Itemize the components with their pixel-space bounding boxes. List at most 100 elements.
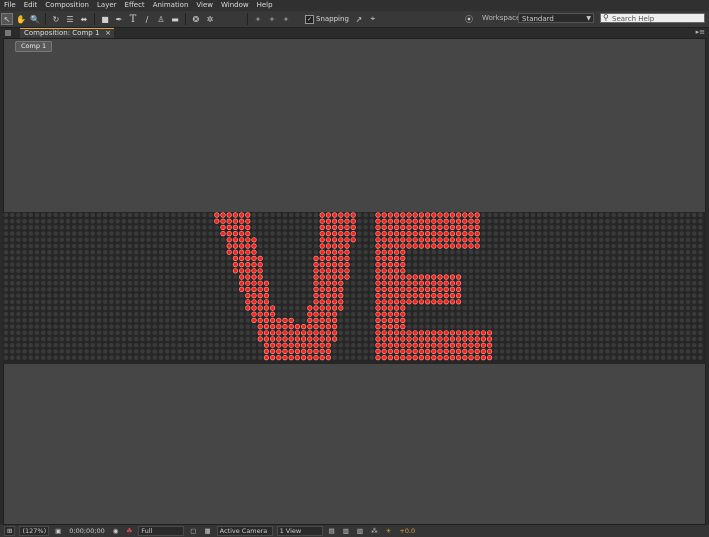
led-off: [468, 268, 474, 274]
lock-icon[interactable]: [5, 30, 11, 36]
led-off: [34, 280, 40, 286]
clone-stamp-icon[interactable]: ♙: [155, 13, 167, 25]
led-off: [357, 355, 362, 360]
menu-edit[interactable]: Edit: [20, 0, 42, 11]
fast-previews-icon[interactable]: ▥: [341, 527, 351, 535]
comp-breadcrumb[interactable]: Comp 1: [15, 41, 53, 52]
menu-help[interactable]: Help: [253, 0, 277, 11]
rotate-icon[interactable]: ↻: [50, 13, 62, 25]
zoom-select[interactable]: (127%): [19, 526, 50, 536]
led-off: [121, 324, 127, 329]
led-on: [319, 342, 325, 348]
hand-icon[interactable]: ✋: [15, 13, 27, 25]
led-off: [202, 355, 207, 360]
workspace-toggle-icon[interactable]: ⦿: [463, 13, 475, 25]
flowchart-icon[interactable]: ⁂: [369, 527, 380, 535]
exposure-icon[interactable]: ☀: [384, 527, 394, 535]
led-off: [505, 274, 511, 280]
transparency-grid-icon[interactable]: ▦: [202, 527, 212, 535]
led-off: [28, 218, 34, 224]
camera-select[interactable]: Active Camera: [216, 526, 273, 536]
led-off: [78, 262, 83, 267]
led-off: [685, 355, 691, 360]
led-off: [65, 324, 71, 329]
led-off: [40, 342, 46, 348]
view-layout-select[interactable]: 1 View: [276, 526, 323, 536]
safe-zones-icon[interactable]: ▣: [53, 527, 63, 535]
led-off: [127, 342, 133, 348]
exposure-value[interactable]: +0.0: [397, 527, 417, 535]
view-axis-icon[interactable]: ✦: [280, 13, 292, 25]
led-off: [202, 225, 207, 230]
led-off: [9, 218, 15, 224]
led-off: [505, 355, 511, 360]
led-on: [307, 317, 313, 323]
led-off: [667, 243, 672, 249]
led-on: [301, 342, 307, 348]
close-icon[interactable]: ×: [105, 29, 111, 38]
pen-icon[interactable]: ✒: [113, 13, 125, 25]
menu-animation[interactable]: Animation: [149, 0, 193, 11]
led-off: [611, 311, 616, 317]
led-off: [40, 243, 46, 249]
led-on: [325, 274, 332, 280]
led-off: [574, 311, 579, 317]
led-display-layer[interactable]: [3, 212, 706, 364]
led-off: [40, 225, 46, 230]
puppet-pin-icon[interactable]: ✲: [204, 13, 216, 25]
snapping-toggle[interactable]: ✓ Snapping: [305, 14, 349, 24]
led-off: [34, 225, 40, 230]
local-axis-icon[interactable]: ✦: [252, 13, 264, 25]
led-off: [233, 355, 238, 360]
zoom-icon[interactable]: 🔍: [29, 13, 41, 25]
timeline-icon[interactable]: ▧: [355, 527, 365, 535]
resolution-select[interactable]: Full: [138, 526, 185, 536]
snap-edges-icon[interactable]: ↗: [353, 13, 365, 25]
pan-behind-icon[interactable]: ⬌: [78, 13, 90, 25]
led-off: [177, 231, 182, 236]
led-off: [580, 280, 585, 286]
rectangle-icon[interactable]: ■: [99, 13, 111, 25]
color-channel-icon[interactable]: ☘: [124, 527, 134, 535]
workspace-select[interactable]: Standard ▼: [518, 13, 594, 23]
always-preview-icon[interactable]: ⊞: [4, 526, 16, 536]
led-off: [412, 268, 418, 274]
snapshot-icon[interactable]: ◉: [111, 527, 121, 535]
led-on: [332, 261, 338, 268]
snap-features-icon[interactable]: ⌖: [367, 13, 379, 25]
menu-effect[interactable]: Effect: [121, 0, 149, 11]
region-of-interest-icon[interactable]: ▢: [188, 527, 198, 535]
text-icon[interactable]: T: [127, 13, 139, 25]
menu-composition[interactable]: Composition: [41, 0, 93, 11]
led-off: [667, 311, 672, 317]
menu-view[interactable]: View: [192, 0, 217, 11]
led-off: [698, 342, 703, 348]
menu-file[interactable]: File: [0, 0, 20, 11]
led-off: [332, 355, 337, 360]
eraser-icon[interactable]: ▬: [169, 13, 181, 25]
led-off: [158, 324, 164, 329]
led-off: [158, 287, 164, 292]
led-off: [518, 268, 523, 274]
led-off: [493, 225, 499, 230]
led-on: [394, 305, 400, 311]
tab-composition[interactable]: Composition: Comp 1 ×: [20, 28, 114, 38]
selection-icon[interactable]: ↖: [1, 13, 13, 25]
timecode[interactable]: 0;00;00;00: [67, 527, 107, 535]
led-off: [443, 256, 449, 261]
menu-layer[interactable]: Layer: [93, 0, 121, 11]
roto-brush-icon[interactable]: ❂: [190, 13, 202, 25]
snapping-checkbox[interactable]: ✓: [305, 14, 314, 24]
world-axis-icon[interactable]: ✦: [266, 13, 278, 25]
panel-menu-icon[interactable]: ▸≡: [696, 28, 705, 36]
toggle-pixel-aspect-icon[interactable]: ▤: [327, 527, 337, 535]
menu-window[interactable]: Window: [217, 0, 253, 11]
brush-icon[interactable]: ∕: [141, 13, 153, 25]
led-off: [363, 336, 368, 342]
led-off: [487, 318, 492, 323]
camera-orbit-icon[interactable]: ☰: [64, 13, 76, 25]
led-off: [567, 268, 573, 274]
search-help-input[interactable]: ⚲ Search Help: [600, 13, 705, 23]
led-off: [636, 237, 641, 243]
led-off: [9, 243, 15, 249]
